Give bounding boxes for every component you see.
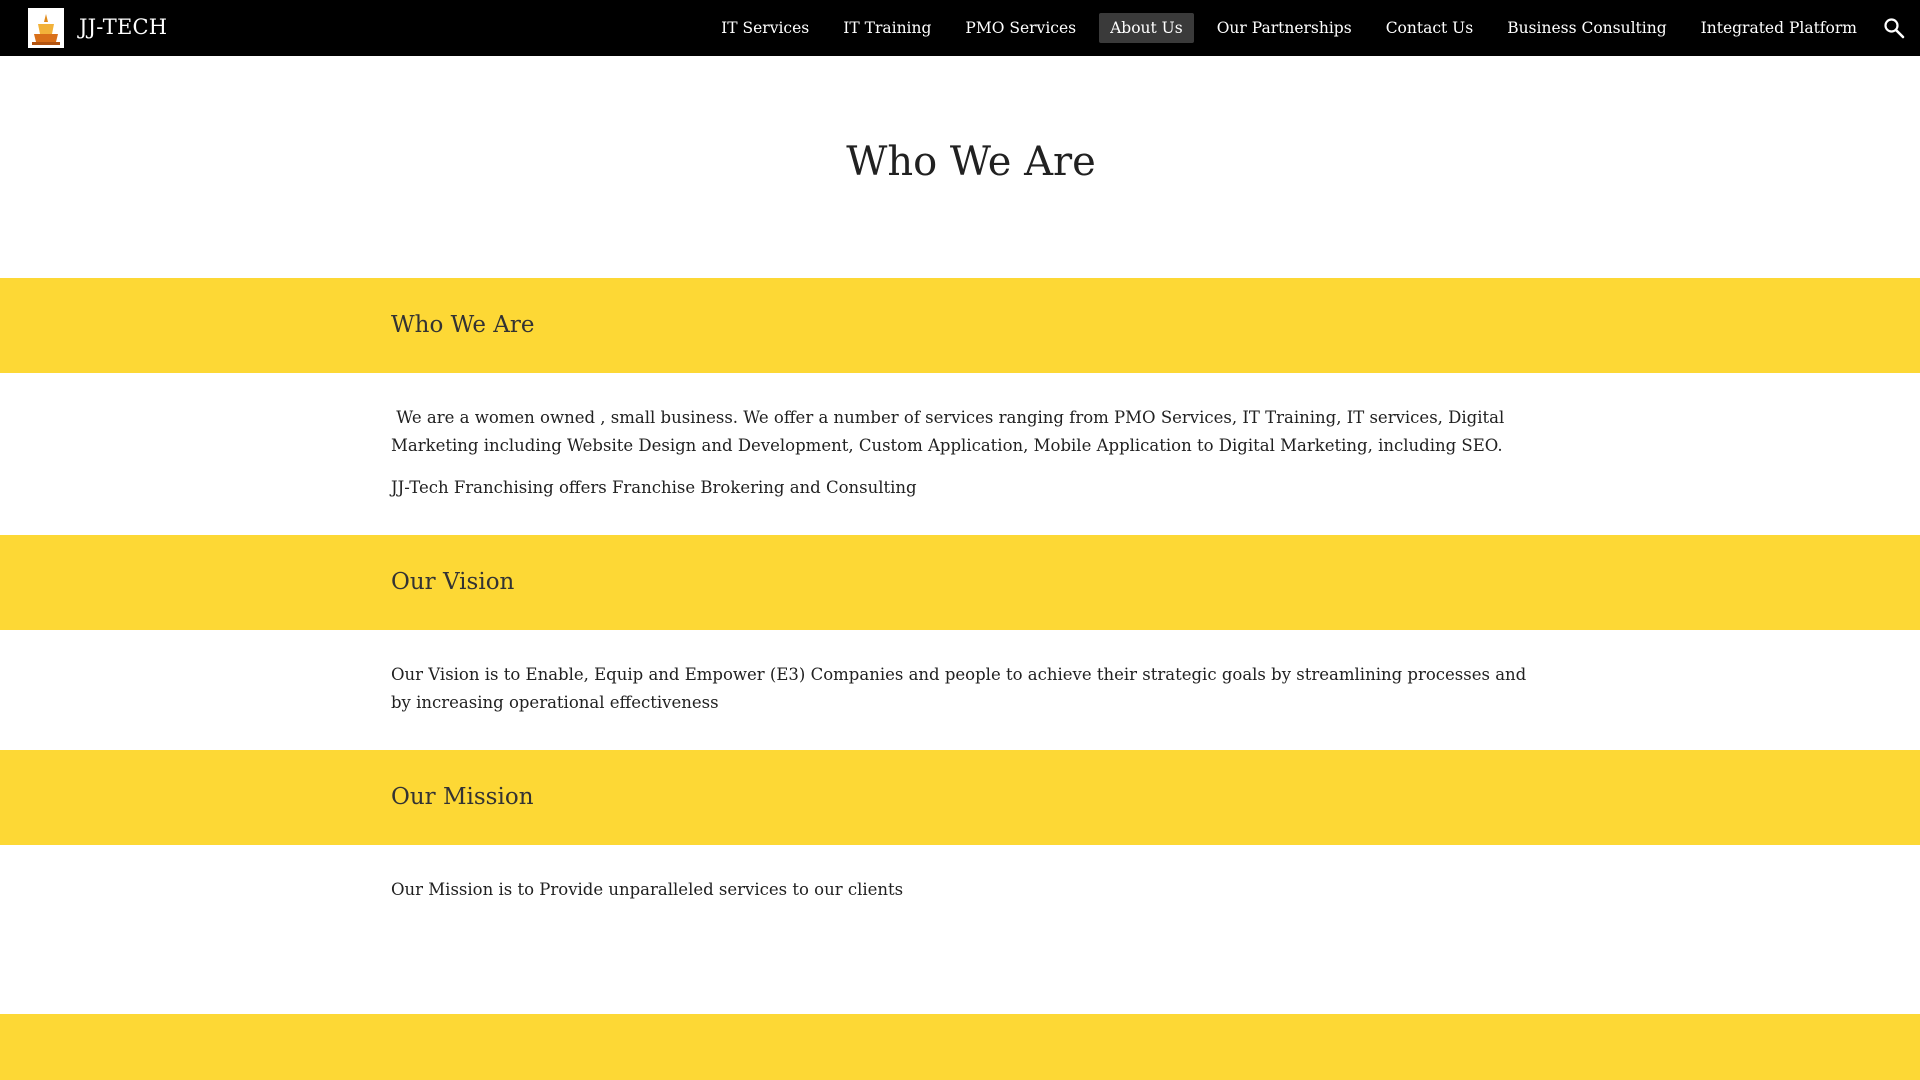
site-logo[interactable] [28,8,64,48]
section-band-who-we-are: Who We Are [0,278,1920,373]
section-band-our-mission: Our Mission [0,750,1920,845]
search-button[interactable] [1882,16,1906,40]
nav-item-our-partnerships[interactable]: Our Partnerships [1206,13,1363,43]
logo-image [28,8,64,48]
nav-item-it-training[interactable]: IT Training [832,13,942,43]
nav-item-business-consulting[interactable]: Business Consulting [1496,13,1677,43]
franchising-paragraph: JJ-Tech Franchising offers Franchise Bro… [391,478,917,497]
section-heading-who-we-are: Who We Are [391,312,535,338]
site-title[interactable]: JJ-TECH [79,12,167,42]
section-heading-our-mission: Our Mission [391,784,534,810]
section-band-our-vision: Our Vision [0,535,1920,630]
nav-item-pmo-services[interactable]: PMO Services [954,13,1087,43]
who-we-are-paragraph: We are a women owned , small business. W… [391,408,1510,455]
top-navigation-bar: JJ-TECH IT Services IT Training PMO Serv… [0,0,1920,56]
nav-item-about-us[interactable]: About Us [1099,13,1194,43]
main-nav: IT Services IT Training PMO Services Abo… [698,0,1868,56]
nav-item-contact-us[interactable]: Contact Us [1375,13,1485,43]
search-icon [1884,18,1905,39]
footer-band [0,1014,1920,1080]
vision-paragraph: Our Vision is to Enable, Equip and Empow… [391,665,1527,712]
nav-item-it-services[interactable]: IT Services [710,13,820,43]
mission-paragraph: Our Mission is to Provide unparalleled s… [391,880,904,899]
section-heading-our-vision: Our Vision [391,569,515,595]
nav-item-integrated-platform[interactable]: Integrated Platform [1690,13,1868,43]
page-title: Who We Are [846,139,1096,185]
